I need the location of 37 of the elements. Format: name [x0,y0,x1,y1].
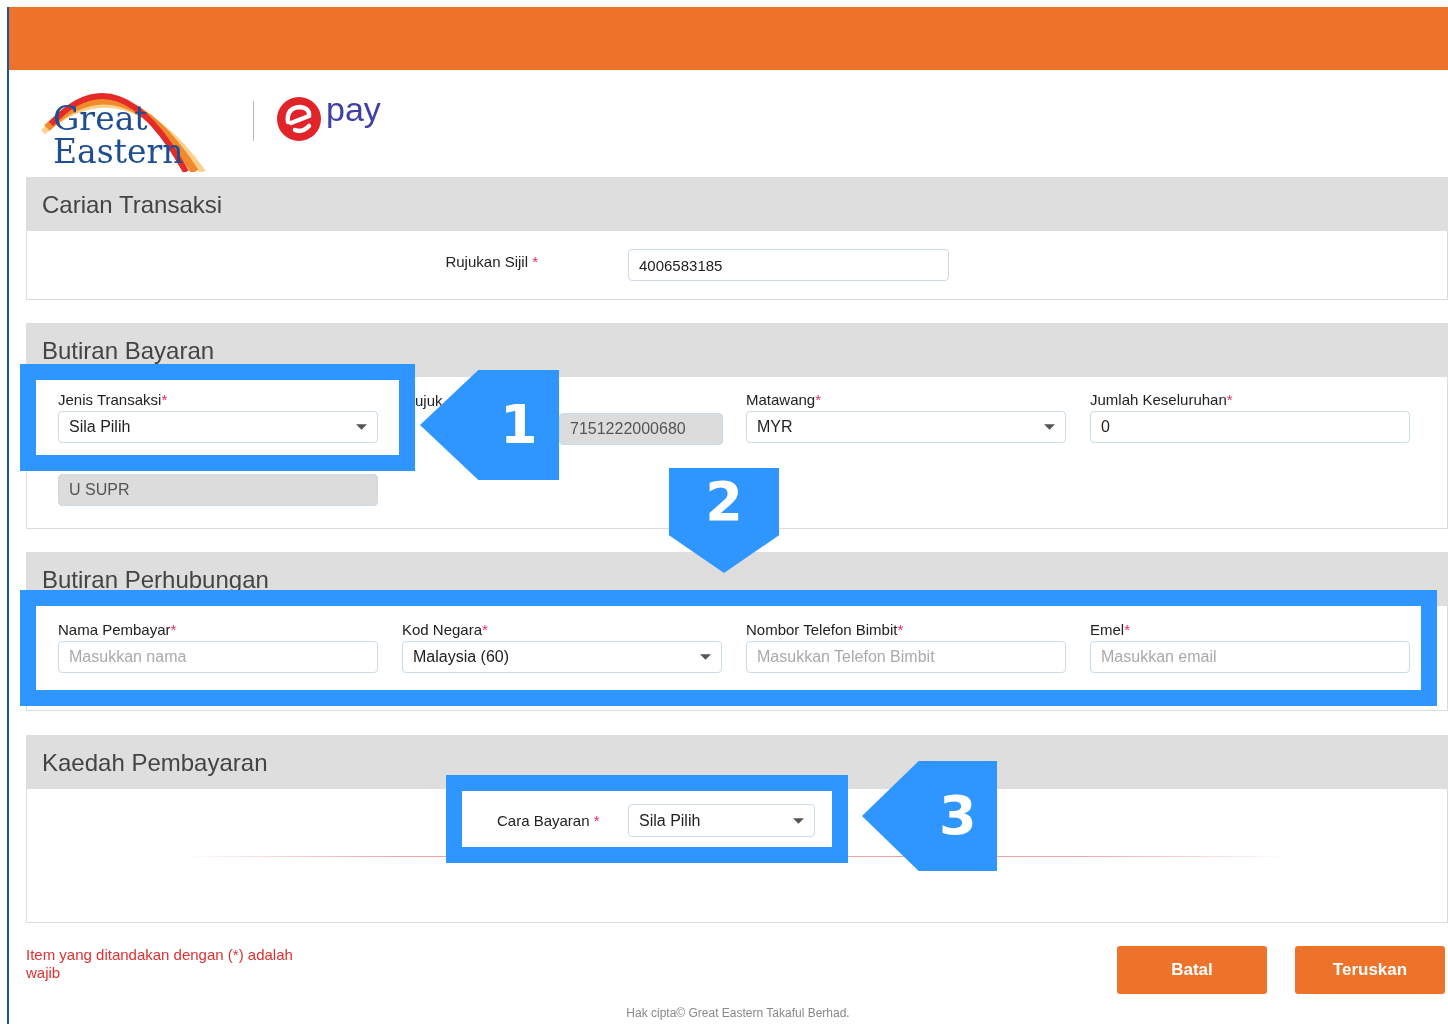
caret-icon [793,817,804,824]
field-label: Jumlah Keseluruhan* [1090,391,1234,408]
section-title: Kaedah Pembayaran [42,749,268,777]
section-title: Carian Transaksi [42,191,223,219]
field-label: Nombor Telefon Bimbit* [746,621,905,638]
input-field[interactable]: Masukkan Telefon Bimbit [746,641,1066,673]
select-field[interactable]: MYR [746,411,1066,443]
input-field[interactable]: Masukkan nama [58,641,378,673]
field-label: Matawang* [746,391,823,408]
input-field[interactable]: 4006583185 [628,249,949,281]
caret-icon [700,654,711,660]
callout-number: 2 [705,474,743,529]
select-field[interactable]: Sila Pilih [628,804,815,837]
section-title: Butiran Bayaran [42,337,215,365]
input-field: 7151222000680 [559,413,723,445]
callout-number: 1 [499,398,538,452]
required-note: Item yang ditandakan dengan (*) adalah wajib [26,946,294,983]
e-circle-icon [276,96,322,142]
caret-icon [356,424,367,430]
input-field: U SUPR [58,473,378,506]
field-label: Kod Negara* [402,621,489,638]
select-field[interactable]: Malaysia (60) [402,641,722,673]
field-label: Cara Bayaran * [497,812,601,829]
input-field[interactable]: 0 [1090,411,1410,443]
callout-number: 3 [939,789,977,843]
field-label: ujuk [415,393,444,408]
logo-text: pay [326,90,381,129]
caret-icon [1044,424,1055,430]
copyright-text: Hak cipta© Great Eastern Takaful Berhad. [625,1006,851,1020]
section-title: Butiran Perhubungan [42,566,269,594]
field-label: Jenis Transaksi* [58,391,169,408]
select-field[interactable]: Sila Pilih [58,411,378,443]
logo-text: Great [53,101,148,137]
field-label: Emel* [1090,621,1132,638]
field-label: Rujukan Sijil * [444,252,538,270]
field-label: Nama Pembayar* [58,621,178,638]
input-field[interactable]: Masukkan email [1090,641,1410,673]
